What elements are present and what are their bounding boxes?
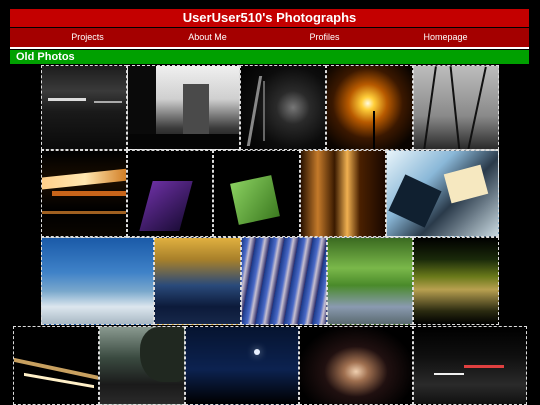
photo-night-road-lights[interactable] <box>13 326 99 405</box>
photo-golden-water[interactable] <box>154 237 241 325</box>
section-title: Old Photos <box>16 51 75 63</box>
photo-amber-light-bars[interactable] <box>300 150 386 237</box>
photo-bare-branches[interactable] <box>413 65 499 150</box>
photo-building-silhouette[interactable] <box>127 65 240 150</box>
photo-blurred-garden-path[interactable] <box>327 237 413 325</box>
page-title: UserUser510's Photographs <box>10 9 529 27</box>
main-nav: Projects About Me Profiles Homepage <box>10 28 529 47</box>
header-divider <box>10 47 529 49</box>
photo-glowing-dome[interactable] <box>299 326 413 405</box>
photo-dark-street-light-trails[interactable] <box>41 65 127 150</box>
photo-dark-light-streaks[interactable] <box>240 65 326 150</box>
photo-night-traffic[interactable] <box>413 326 527 405</box>
section-header: Old Photos <box>10 50 529 64</box>
photo-blue-ripple-texture[interactable] <box>241 237 327 325</box>
photo-orange-light-streaks[interactable] <box>41 150 127 237</box>
photo-trees-reflection[interactable] <box>413 237 499 325</box>
nav-homepage-link[interactable]: Homepage <box>368 28 523 47</box>
photo-night-sky-light[interactable] <box>185 326 299 405</box>
photo-green-light-shape[interactable] <box>213 150 300 237</box>
photo-abstract-collage[interactable] <box>386 150 499 237</box>
photo-streetlamp-glow[interactable] <box>326 65 413 150</box>
photo-night-trees[interactable] <box>99 326 185 405</box>
photo-purple-light-shape[interactable] <box>127 150 213 237</box>
photo-frozen-sea[interactable] <box>41 237 154 325</box>
